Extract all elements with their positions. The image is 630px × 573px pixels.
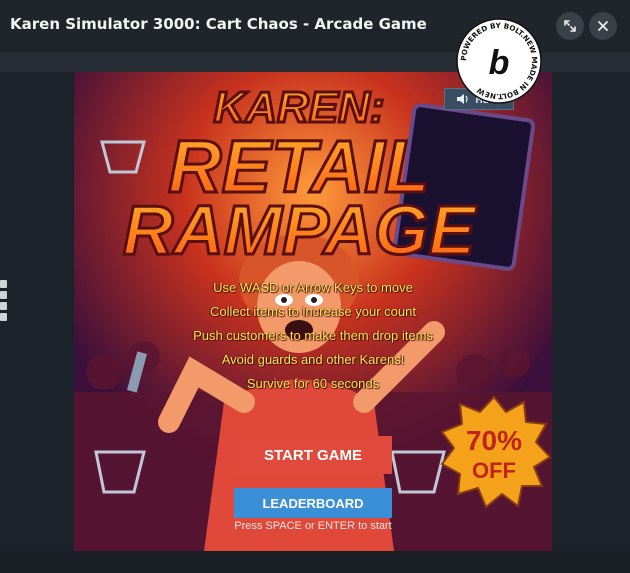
instruction-line: Use WASD or Arrow Keys to move xyxy=(213,280,413,295)
instruction-line: Collect items to increase your count xyxy=(210,304,416,319)
sale-off: OFF xyxy=(472,458,516,483)
expand-button[interactable] xyxy=(556,12,584,40)
instruction-line: Avoid guards and other Karens! xyxy=(221,352,405,367)
bolt-logo-letter: b xyxy=(489,44,510,82)
bottom-spacer xyxy=(0,551,630,573)
leaderboard-button[interactable]: LEADERBOARD xyxy=(234,488,392,518)
start-game-button[interactable]: START GAME xyxy=(234,436,392,474)
window-title: Karen Simulator 3000: Cart Chaos - Arcad… xyxy=(10,15,427,33)
title-line-3: RAMPAGE xyxy=(123,191,478,269)
file-icon[interactable] xyxy=(0,302,7,310)
camera-icon[interactable] xyxy=(0,280,7,288)
side-toolbar xyxy=(0,280,8,321)
instruction-line: Push customers to make them drop items xyxy=(193,328,433,343)
sale-percent: 70% xyxy=(466,425,522,456)
start-hint: Press SPACE or ENTER to start xyxy=(234,520,392,532)
instructions: Use WASD or Arrow Keys to move Collect i… xyxy=(74,280,552,400)
close-icon xyxy=(598,21,608,31)
bolt-badge[interactable]: POWERED BY BOLT.NEW MADE IN BOLT.NEW b xyxy=(456,18,542,104)
expand-arrows-icon xyxy=(564,20,576,32)
instruction-line: Survive for 60 seconds xyxy=(246,376,380,391)
video-icon[interactable] xyxy=(0,291,7,299)
close-button[interactable] xyxy=(589,12,617,40)
settings-icon[interactable] xyxy=(0,313,7,321)
